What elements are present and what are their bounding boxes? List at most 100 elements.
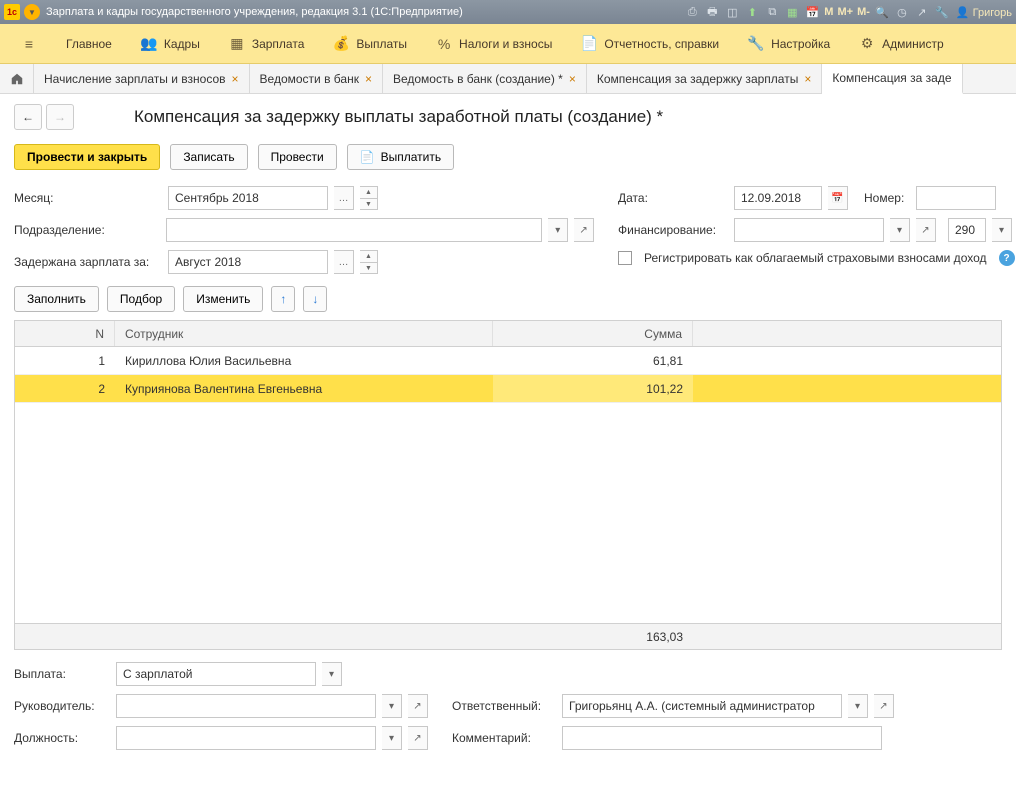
label-responsible: Ответственный:	[452, 699, 556, 713]
close-icon[interactable]: ×	[569, 72, 576, 86]
tab-bank-list-new[interactable]: Ведомость в банк (создание) *×	[383, 64, 587, 93]
menu-taxes[interactable]: %Налоги и взносы	[421, 24, 566, 63]
menu-main[interactable]: Главное	[52, 24, 126, 63]
col-employee[interactable]: Сотрудник	[115, 321, 493, 346]
position-dropdown[interactable]: ▾	[382, 726, 402, 750]
financing-open[interactable]: ↗	[916, 218, 936, 242]
cell-sum: 61,81	[493, 347, 693, 374]
label-financing: Финансирование:	[618, 223, 728, 237]
employees-table: N Сотрудник Сумма 1 Кириллова Юлия Васил…	[14, 320, 1002, 650]
pay-icon: 📄	[360, 150, 375, 164]
comment-field[interactable]	[562, 726, 882, 750]
close-icon[interactable]: ×	[232, 72, 239, 86]
menu-sections-icon[interactable]: ≡	[6, 24, 52, 63]
link-icon[interactable]: ↗	[912, 3, 932, 21]
post-and-close-button[interactable]: Провести и закрыть	[14, 144, 160, 170]
help-icon[interactable]: ?	[999, 250, 1015, 266]
withheld-field[interactable]: Август 2018	[168, 250, 328, 274]
manager-open[interactable]: ↗	[408, 694, 428, 718]
clock-icon[interactable]: ◷	[892, 3, 912, 21]
zoom-in-icon[interactable]: 🔍	[872, 3, 892, 21]
manager-field[interactable]	[116, 694, 376, 718]
withheld-up[interactable]: ▲	[360, 250, 378, 262]
tab-bar: Начисление зарплаты и взносов× Ведомости…	[0, 64, 1016, 94]
pick-button[interactable]: Подбор	[107, 286, 175, 312]
withheld-picker-button[interactable]: …	[334, 250, 354, 274]
responsible-dropdown[interactable]: ▾	[848, 694, 868, 718]
memory-m-minus[interactable]: M-	[855, 6, 872, 18]
app-menu-dropdown-icon[interactable]: ▼	[24, 4, 40, 20]
menu-admin[interactable]: ⚙Администр	[844, 24, 957, 63]
date-field[interactable]: 12.09.2018	[734, 186, 822, 210]
label-month: Месяц:	[14, 191, 162, 205]
responsible-field[interactable]: Григорьянц А.А. (системный администратор	[562, 694, 842, 718]
date-picker-icon[interactable]: 📅	[828, 186, 848, 210]
number-field[interactable]	[916, 186, 996, 210]
calculator-icon[interactable]: ▦	[782, 3, 802, 21]
current-user[interactable]: 👤 Григорь	[956, 6, 1012, 19]
menu-settings[interactable]: 🔧Настройка	[733, 24, 844, 63]
menu-reports[interactable]: 📄Отчетность, справки	[566, 24, 733, 63]
menu-personnel[interactable]: 👥Кадры	[126, 24, 214, 63]
payment-dropdown[interactable]: ▾	[322, 662, 342, 686]
cell-employee: Куприянова Валентина Евгеньевна	[115, 375, 493, 402]
close-icon[interactable]: ×	[804, 72, 811, 86]
manager-dropdown[interactable]: ▾	[382, 694, 402, 718]
responsible-open[interactable]: ↗	[874, 694, 894, 718]
financing-dropdown[interactable]: ▾	[890, 218, 910, 242]
register-tax-checkbox[interactable]	[618, 251, 632, 265]
print-icon[interactable]: 🖶	[702, 3, 722, 21]
department-open[interactable]: ↗	[574, 218, 594, 242]
department-field[interactable]	[166, 218, 542, 242]
table-row[interactable]: 2 Куприянова Валентина Евгеньевна 101,22	[15, 375, 1001, 403]
pay-button[interactable]: 📄Выплатить	[347, 144, 454, 170]
people-icon: 👥	[140, 36, 158, 52]
save-button[interactable]: Записать	[170, 144, 247, 170]
position-open[interactable]: ↗	[408, 726, 428, 750]
edit-button[interactable]: Изменить	[183, 286, 263, 312]
col-number[interactable]: N	[15, 321, 115, 346]
move-up-button[interactable]: ↑	[271, 286, 295, 312]
month-down[interactable]: ▼	[360, 198, 378, 210]
financing-field[interactable]	[734, 218, 884, 242]
move-down-button[interactable]: ↓	[303, 286, 327, 312]
fin-code-dropdown[interactable]: ▾	[992, 218, 1012, 242]
close-icon[interactable]: ×	[365, 72, 372, 86]
menu-payments[interactable]: 💰Выплаты	[318, 24, 421, 63]
tab-home[interactable]	[0, 64, 34, 93]
post-button[interactable]: Провести	[258, 144, 337, 170]
print-preview-icon[interactable]: ⎙	[682, 3, 702, 21]
fin-code-field[interactable]: 290	[948, 218, 986, 242]
label-manager: Руководитель:	[14, 699, 110, 713]
compare-icon[interactable]: ◫	[722, 3, 742, 21]
month-up[interactable]: ▲	[360, 186, 378, 198]
upload-icon[interactable]: ⬆	[742, 3, 762, 21]
memory-m-plus[interactable]: M+	[835, 6, 855, 18]
fill-button[interactable]: Заполнить	[14, 286, 99, 312]
table-row[interactable]: 1 Кириллова Юлия Васильевна 61,81	[15, 347, 1001, 375]
wallet-icon: 💰	[332, 36, 350, 52]
col-sum[interactable]: Сумма	[493, 321, 693, 346]
nav-forward-button[interactable]: →	[46, 104, 74, 130]
tab-compensation-new[interactable]: Компенсация за заде	[822, 64, 962, 94]
label-date: Дата:	[618, 191, 728, 205]
month-picker-button[interactable]: …	[334, 186, 354, 210]
withheld-down[interactable]: ▼	[360, 262, 378, 274]
copy-icon[interactable]: ⧉	[762, 3, 782, 21]
menu-salary[interactable]: ▦Зарплата	[214, 24, 319, 63]
total-sum: 163,03	[493, 624, 693, 649]
department-dropdown[interactable]: ▾	[548, 218, 568, 242]
calendar-icon[interactable]: 📅	[802, 3, 822, 21]
month-field[interactable]: Сентябрь 2018	[168, 186, 328, 210]
tab-compensation-list[interactable]: Компенсация за задержку зарплаты×	[587, 64, 822, 93]
position-field[interactable]	[116, 726, 376, 750]
tools-icon[interactable]: 🔧	[932, 3, 952, 21]
tab-bank-lists[interactable]: Ведомости в банк×	[250, 64, 383, 93]
nav-back-button[interactable]: ←	[14, 104, 42, 130]
cell-n: 1	[15, 347, 115, 374]
tab-payroll[interactable]: Начисление зарплаты и взносов×	[34, 64, 250, 93]
gear-icon: ⚙	[858, 36, 876, 52]
label-position: Должность:	[14, 731, 110, 745]
memory-m[interactable]: M	[822, 6, 835, 18]
payment-field[interactable]: С зарплатой	[116, 662, 316, 686]
